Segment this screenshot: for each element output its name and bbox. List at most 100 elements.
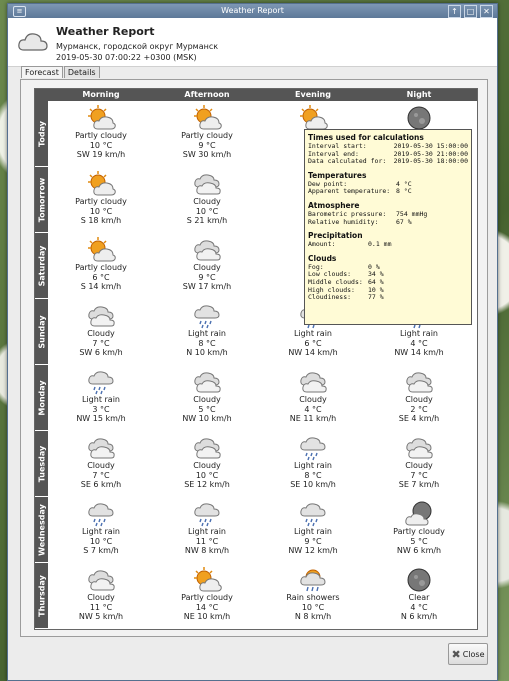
forecast-temp: 8 °C [304,470,322,480]
forecast-cell[interactable]: Cloudy 11 °C NW 5 km/h [48,563,154,628]
forecast-cond: Partly cloudy [181,593,233,602]
tab-details[interactable]: Details [63,66,100,78]
forecast-wind: SE 4 km/h [398,414,440,423]
cloudy-icon [406,372,433,393]
forecast-cond: Cloudy [405,461,433,470]
forecast-wind: N 8 km/h [294,612,332,621]
rain-icon [88,503,114,527]
forecast-cell[interactable]: Partly cloudy 10 °C S 18 km/h [48,167,154,232]
tooltip-row: Relative humidity: 67 % [308,218,468,227]
forecast-cell[interactable]: Cloudy 7 °C SW 6 km/h [48,299,154,364]
tooltip-value: 8 °C [396,187,412,196]
row-header-label: Wednesday [37,503,46,556]
restore-button[interactable]: □ [464,5,477,18]
forecast-temp: 7 °C [410,470,428,480]
row-header-label: Tuesday [37,445,46,482]
forecast-temp: 10 °C [195,206,219,216]
forecast-wind: N 6 km/h [400,612,438,621]
forecast-cond: Cloudy [193,197,221,206]
close-icon: ✖ [451,647,461,661]
rain-icon [194,503,220,527]
forecast-cell[interactable]: Light rain 9 °C NW 12 km/h [260,497,366,562]
forecast-wind: NW 5 km/h [78,612,124,621]
window-titlebar[interactable]: ≡ Weather Report ↑ □ ✕ [8,4,497,18]
cloudy-icon [194,372,221,393]
tooltip-row: Cloudiness: 77 % [308,294,468,302]
cloudy-icon [194,438,221,459]
cloudy-icon [194,240,221,261]
forecast-cell[interactable]: Partly cloudy 6 °C S 14 km/h [48,233,154,298]
forecast-cond: Partly cloudy [75,131,127,140]
forecast-cond: Cloudy [405,395,433,404]
forecast-wind: SE 10 km/h [290,480,336,489]
forecast-wind: NW 14 km/h [394,348,444,357]
forecast-cell[interactable]: Cloudy 5 °C NW 10 km/h [154,365,260,430]
forecast-wind: NE 11 km/h [289,414,337,423]
row-header-saturday: Saturday [35,233,48,298]
forecast-temp: 3 °C [92,404,110,414]
forecast-cond: Cloudy [193,395,221,404]
forecast-cell[interactable]: Cloudy 7 °C SE 6 km/h [48,431,154,496]
forecast-cell[interactable]: Cloudy 10 °C S 21 km/h [154,167,260,232]
rain-icon [300,437,326,461]
tooltip-section-title: Atmosphere [308,200,360,210]
forecast-temp: 10 °C [301,602,325,612]
moon-cloud-icon [405,501,432,526]
row-header-thursday: Thursday [35,563,48,628]
forecast-wind: SE 7 km/h [398,480,440,489]
forecast-cell[interactable]: Partly cloudy 5 °C NW 6 km/h [366,497,472,562]
showers-icon [300,569,326,592]
forecast-cond: Cloudy [299,395,327,404]
forecast-cell[interactable]: Cloudy 4 °C NE 11 km/h [260,365,366,430]
forecast-cond: Light rain [400,329,438,338]
forecast-wind: S 18 km/h [80,216,122,225]
forecast-cell[interactable]: Light rain 11 °C NW 8 km/h [154,497,260,562]
forecast-cond: Light rain [294,461,332,470]
column-header-evening: Evening [295,90,331,99]
tab-forecast[interactable]: Forecast [21,66,63,78]
forecast-temp: 6 °C [92,272,110,282]
forecast-cond: Partly cloudy [75,263,127,272]
forecast-temp: 10 °C [89,140,113,150]
maximize-button[interactable]: ↑ [448,5,461,18]
forecast-temp: 11 °C [195,536,219,546]
close-button[interactable]: ✖ Close [448,643,488,665]
forecast-cell[interactable]: Cloudy 7 °C SE 7 km/h [366,431,472,496]
window-title: Weather Report [221,6,284,15]
moon-icon [407,106,431,130]
forecast-cell[interactable]: Partly cloudy 14 °C NE 10 km/h [154,563,260,628]
close-window-button[interactable]: ✕ [480,5,493,18]
forecast-temp: 2 °C [410,404,428,414]
forecast-cell[interactable]: Cloudy 9 °C SW 17 km/h [154,233,260,298]
forecast-cell[interactable]: Cloudy 2 °C SE 4 km/h [366,365,472,430]
forecast-temp: 11 °C [89,602,113,612]
forecast-cell[interactable]: Rain showers 10 °C N 8 km/h [260,563,366,628]
tooltip-value: 77 % [368,293,384,302]
rain-icon [88,371,114,395]
forecast-temp: 6 °C [304,338,322,348]
partly-cloudy-icon [88,237,116,262]
forecast-cell[interactable]: Cloudy 10 °C SE 12 km/h [154,431,260,496]
cloudy-icon [88,438,115,459]
forecast-wind: NW 10 km/h [182,414,232,423]
forecast-wind: NW 6 km/h [396,546,442,555]
tooltip-key: Amount: [308,240,336,249]
forecast-cond: Partly cloudy [75,197,127,206]
row-header-sunday: Sunday [35,299,48,364]
forecast-cond: Cloudy [87,593,115,602]
forecast-cell[interactable]: Light rain 10 °C S 7 km/h [48,497,154,562]
window-menu-icon[interactable]: ≡ [13,6,26,17]
forecast-cond: Light rain [82,527,120,536]
tooltip-key: Apparent temperature: [308,187,391,196]
forecast-cell[interactable]: Light rain 3 °C NW 15 km/h [48,365,154,430]
forecast-wind: N 10 km/h [186,348,228,357]
forecast-cell[interactable]: Light rain 8 °C SE 10 km/h [260,431,366,496]
row-header-tomorrow: Tomorrow [35,167,48,232]
forecast-cell[interactable]: Partly cloudy 9 °C SW 30 km/h [154,101,260,166]
row-header-label: Today [37,120,46,147]
row-header-monday: Monday [35,365,48,430]
forecast-cell[interactable]: Clear 4 °C N 6 km/h [366,563,472,628]
forecast-cell[interactable]: Partly cloudy 10 °C SW 19 km/h [48,101,154,166]
forecast-cell[interactable]: Light rain 8 °C N 10 km/h [154,299,260,364]
forecast-wind: NE 10 km/h [183,612,231,621]
